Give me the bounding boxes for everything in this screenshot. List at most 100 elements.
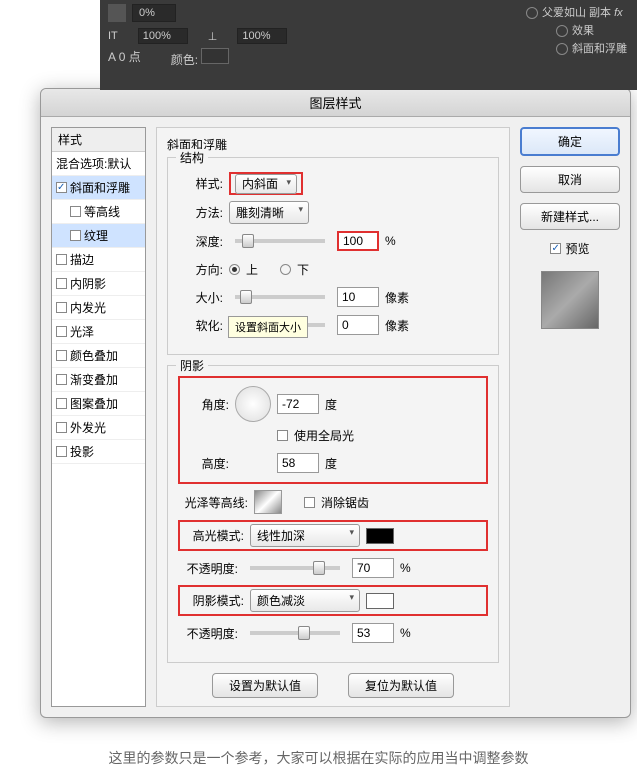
global-light-checkbox[interactable] [277,430,288,441]
tool-icon[interactable] [108,4,126,22]
style-item-label: 斜面和浮雕 [70,179,130,196]
direction-label: 方向: [178,261,223,278]
shadow-opacity-input[interactable]: 53 [352,623,394,643]
highlight-mode-label: 高光模式: [184,527,244,544]
style-checkbox[interactable] [56,374,67,385]
style-item-label: 投影 [70,443,94,460]
soften-input[interactable]: 0 [337,315,379,335]
highlight-opacity-label: 不透明度: [178,560,238,577]
preview-checkbox[interactable] [550,243,561,254]
style-item-等高线[interactable]: 等高线 [52,200,145,224]
cancel-button[interactable]: 取消 [520,166,620,193]
altitude-label: 高度: [184,455,229,472]
caption-text: 这里的参数只是一个参考，大家可以根据在实际的应用当中调整参数 [0,718,637,778]
style-checkbox[interactable] [56,350,67,361]
layers-panel-snippet: 父爱如山 副本 fx 效果 斜面和浮雕 [526,4,627,58]
fx-effects-label[interactable]: 效果 [572,25,594,37]
visibility-icon[interactable] [556,43,568,55]
tooltip: 设置斜面大小 [228,316,308,338]
highlight-color-swatch[interactable] [366,528,394,544]
dialog-title: 图层样式 [41,89,630,117]
style-checkbox[interactable] [56,422,67,433]
angle-input[interactable]: -72 [277,394,319,414]
style-item-label: 等高线 [84,203,120,220]
style-item-label: 外发光 [70,419,106,436]
styles-header[interactable]: 样式 [52,128,145,152]
visibility-icon[interactable] [526,7,538,19]
layer-name[interactable]: 父爱如山 副本 [542,7,611,19]
style-item-label: 内阴影 [70,275,106,292]
size-input[interactable]: 10 [337,287,379,307]
visibility-icon[interactable] [556,25,568,37]
style-checkbox[interactable] [56,398,67,409]
structure-group: 结构 样式: 内斜面 方法: 雕刻清晰 深度: 100 % 方向: 上 [167,157,499,355]
direction-down-radio[interactable] [280,264,291,275]
antialias-label: 消除锯齿 [321,494,369,511]
style-checkbox[interactable] [56,278,67,289]
shadow-opacity-label: 不透明度: [178,625,238,642]
shadow-opacity-slider[interactable] [250,631,340,635]
size-input-a[interactable] [138,28,188,44]
style-item-外发光[interactable]: 外发光 [52,416,145,440]
color-swatch[interactable] [201,48,229,64]
style-checkbox[interactable] [70,230,81,241]
shadow-mode-select[interactable]: 颜色减淡 [250,589,360,612]
style-checkbox[interactable] [56,302,67,313]
style-checkbox[interactable] [56,326,67,337]
highlight-opacity-slider[interactable] [250,566,340,570]
style-item-渐变叠加[interactable]: 渐变叠加 [52,368,145,392]
baseline-value[interactable]: 0 点 [119,50,141,64]
new-style-button[interactable]: 新建样式... [520,203,620,230]
depth-input[interactable]: 100 [337,231,379,251]
altitude-input[interactable]: 58 [277,453,319,473]
fx-bevel-label[interactable]: 斜面和浮雕 [572,43,627,55]
style-item-描边[interactable]: 描边 [52,248,145,272]
highlight-mode-select[interactable]: 线性加深 [250,524,360,547]
style-item-颜色叠加[interactable]: 颜色叠加 [52,344,145,368]
gloss-contour-label: 光泽等高线: [178,494,248,511]
blend-options-row[interactable]: 混合选项:默认 [52,152,145,176]
style-item-label: 渐变叠加 [70,371,118,388]
style-checkbox[interactable] [56,446,67,457]
angle-dial[interactable] [235,386,271,422]
size-label: 大小: [178,289,223,306]
style-item-投影[interactable]: 投影 [52,440,145,464]
method-label: 方法: [178,204,223,221]
preview-label: 预览 [565,240,589,257]
antialias-checkbox[interactable] [304,497,315,508]
shadow-color-swatch[interactable] [366,593,394,609]
fx-badge[interactable]: fx [614,7,623,19]
global-light-label: 使用全局光 [294,427,354,444]
style-list: 样式 混合选项:默认 斜面和浮雕等高线纹理描边内阴影内发光光泽颜色叠加渐变叠加图… [51,127,146,707]
style-item-内阴影[interactable]: 内阴影 [52,272,145,296]
size-input-b[interactable] [237,28,287,44]
set-default-button[interactable]: 设置为默认值 [212,673,318,698]
style-item-label: 光泽 [70,323,94,340]
style-item-内发光[interactable]: 内发光 [52,296,145,320]
style-item-纹理[interactable]: 纹理 [52,224,145,248]
preview-thumbnail [541,271,599,329]
direction-up-radio[interactable] [229,264,240,275]
style-item-光泽[interactable]: 光泽 [52,320,145,344]
app-toolbar: 0% 父爱如山 副本 fx 效果 斜面和浮雕 IT ⊥ A 0 点 颜色: [100,0,637,90]
depth-slider[interactable] [235,239,325,243]
style-item-label: 描边 [70,251,94,268]
gloss-contour-picker[interactable] [254,490,282,514]
layer-style-dialog: 图层样式 样式 混合选项:默认 斜面和浮雕等高线纹理描边内阴影内发光光泽颜色叠加… [40,88,631,718]
ok-button[interactable]: 确定 [520,127,620,156]
style-select[interactable]: 内斜面 [235,174,297,194]
style-item-图案叠加[interactable]: 图案叠加 [52,392,145,416]
style-label: 样式: [178,175,223,192]
opacity-dropdown[interactable]: 0% [132,4,176,22]
color-label: 颜色: [171,53,198,67]
method-select[interactable]: 雕刻清晰 [229,201,309,224]
style-checkbox[interactable] [56,254,67,265]
panel-title: 斜面和浮雕 [167,136,499,153]
size-slider[interactable] [235,295,325,299]
style-checkbox[interactable] [70,206,81,217]
style-item-斜面和浮雕[interactable]: 斜面和浮雕 [52,176,145,200]
bevel-panel: 斜面和浮雕 结构 样式: 内斜面 方法: 雕刻清晰 深度: 100 % [156,127,510,707]
highlight-opacity-input[interactable]: 70 [352,558,394,578]
style-checkbox[interactable] [56,182,67,193]
reset-default-button[interactable]: 复位为默认值 [348,673,454,698]
